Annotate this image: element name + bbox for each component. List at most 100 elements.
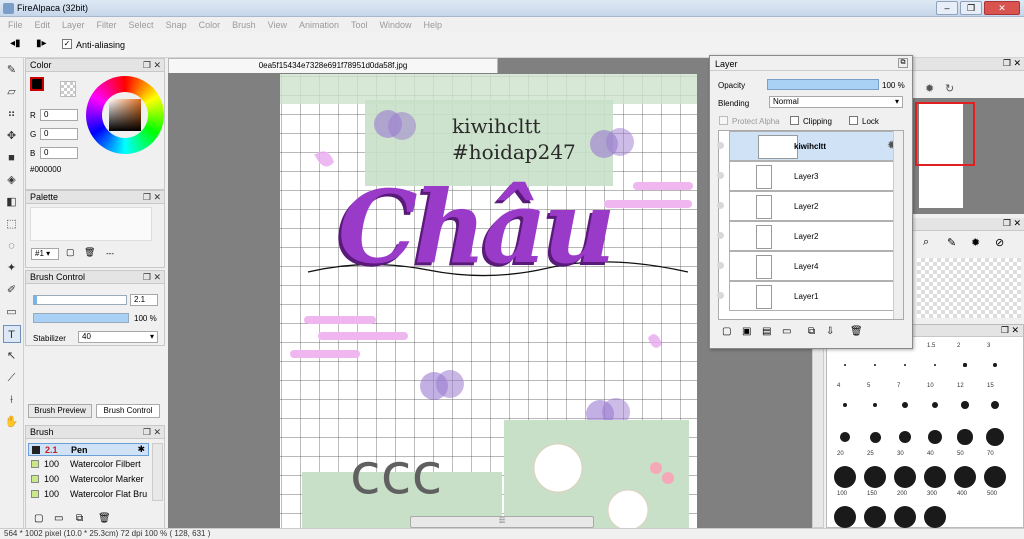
- layer-item-kiwihcltt[interactable]: kiwihcltt ✹: [717, 131, 901, 161]
- brush-settings-icon[interactable]: ✱: [137, 444, 145, 455]
- fill-tool-icon[interactable]: ■: [3, 149, 21, 167]
- select-pen-icon[interactable]: ✐: [3, 281, 21, 299]
- new-8bit-layer-icon[interactable]: ▣: [742, 326, 751, 337]
- menu-snap[interactable]: Snap: [166, 20, 187, 30]
- menu-file[interactable]: File: [8, 20, 23, 30]
- brush-size-dot[interactable]: [963, 363, 967, 367]
- visibility-icon[interactable]: [717, 292, 724, 299]
- protect-alpha-checkbox[interactable]: [719, 116, 728, 125]
- layer-item-layer1[interactable]: Layer1: [717, 281, 901, 311]
- brush-size-dot[interactable]: [834, 466, 856, 488]
- visibility-icon[interactable]: [717, 232, 724, 239]
- saturation-square[interactable]: [109, 99, 141, 131]
- navigator-preview[interactable]: [913, 98, 1024, 214]
- eraser-tool-icon[interactable]: ▱: [3, 83, 21, 101]
- menu-select[interactable]: Select: [129, 20, 154, 30]
- menu-brush[interactable]: Brush: [232, 20, 256, 30]
- brush-size-dot[interactable]: [924, 466, 946, 488]
- duplicate-layer-icon[interactable]: ⧉: [808, 326, 815, 337]
- panel-close-icon[interactable]: ❐ ✕: [143, 191, 161, 203]
- brush-size-dot[interactable]: [834, 506, 856, 528]
- visibility-icon[interactable]: [717, 262, 724, 269]
- menu-help[interactable]: Help: [424, 20, 443, 30]
- brush-size-dot[interactable]: [894, 506, 916, 528]
- brush-size-dot[interactable]: [903, 363, 907, 367]
- brush-size-dot[interactable]: [990, 400, 1000, 410]
- lasso-tool-icon[interactable]: ◌: [3, 237, 21, 255]
- bucket-tool-icon[interactable]: ◈: [3, 171, 21, 189]
- layer-panel-close-icon[interactable]: ⧉: [898, 58, 908, 68]
- close-button[interactable]: ✕: [984, 1, 1020, 15]
- brush-size-dot[interactable]: [961, 401, 969, 409]
- menu-animation[interactable]: Animation: [299, 20, 339, 30]
- brush-size-dot[interactable]: [902, 402, 908, 408]
- menu-window[interactable]: Window: [380, 20, 412, 30]
- next-frame-icon[interactable]: ▮▸: [36, 38, 47, 49]
- menu-layer[interactable]: Layer: [62, 20, 85, 30]
- minimize-button[interactable]: –: [936, 1, 958, 15]
- visibility-icon[interactable]: [717, 142, 724, 149]
- brush-size-field[interactable]: 2.1: [130, 294, 158, 306]
- brush-size-dot[interactable]: [869, 431, 881, 443]
- clipping-checkbox[interactable]: [790, 116, 799, 125]
- brush-size-dot[interactable]: [985, 427, 1005, 447]
- panel-close-icon[interactable]: ❐ ✕: [1003, 58, 1021, 69]
- brush-size-dot[interactable]: [872, 402, 878, 408]
- brush-list-scrollbar[interactable]: [152, 443, 163, 501]
- divide-tool-icon[interactable]: ⟋: [3, 369, 21, 387]
- brush-size-scrollbar[interactable]: [812, 324, 824, 528]
- panel-close-icon[interactable]: ❐ ✕: [1003, 218, 1021, 229]
- palette-selector[interactable]: #1 ▾: [31, 248, 59, 260]
- menu-view[interactable]: View: [268, 20, 287, 30]
- delete-layer-icon[interactable]: 🗑: [850, 326, 863, 337]
- tab-brush-control[interactable]: Brush Control: [96, 404, 160, 418]
- dot-tool-icon[interactable]: ⠶: [3, 105, 21, 123]
- magic-wand-icon[interactable]: ✦: [3, 259, 21, 277]
- brush-size-dot[interactable]: [864, 506, 886, 528]
- brush-size-dot[interactable]: [898, 430, 912, 444]
- brush-size-dot[interactable]: [957, 429, 973, 445]
- brush-size-dot[interactable]: [933, 363, 937, 367]
- r-field[interactable]: 0: [40, 109, 78, 121]
- settings-icon[interactable]: ✹: [971, 236, 980, 249]
- menu-filter[interactable]: Filter: [97, 20, 117, 30]
- blending-select[interactable]: Normal ▾: [769, 96, 903, 108]
- delete-palette-icon[interactable]: 🗑: [84, 247, 95, 258]
- brush-item-selected[interactable]: 2.1 Pen ✱: [28, 443, 149, 456]
- move-tool-icon[interactable]: ✥: [3, 127, 21, 145]
- zoom-icon[interactable]: ⌕: [923, 236, 929, 249]
- merge-layer-icon[interactable]: ⇩: [826, 326, 834, 337]
- layer-item-layer3[interactable]: Layer3: [717, 161, 901, 191]
- panel-close-icon[interactable]: ❐ ✕: [143, 426, 161, 438]
- color-wheel[interactable]: [86, 76, 164, 154]
- brush-size-dot[interactable]: [874, 364, 876, 366]
- anti-aliasing-checkbox[interactable]: ✓: [62, 39, 72, 49]
- brush-item[interactable]: 100 Watercolor Marker: [28, 473, 149, 486]
- maximize-button[interactable]: ❐: [960, 1, 982, 15]
- gradient-tool-icon[interactable]: ◧: [3, 193, 21, 211]
- rotate-left-icon[interactable]: ✹: [925, 82, 934, 95]
- prev-frame-icon[interactable]: ◂▮: [10, 38, 21, 49]
- layer-item-layer4[interactable]: Layer4: [717, 251, 901, 281]
- panel-close-icon[interactable]: ❐ ✕: [1001, 325, 1019, 336]
- reset-icon[interactable]: ⊘: [995, 236, 1004, 249]
- brush-size-dot[interactable]: [954, 466, 976, 488]
- palette-swatches-area[interactable]: [30, 207, 152, 241]
- brush-size-dot[interactable]: [864, 466, 886, 488]
- menu-edit[interactable]: Edit: [35, 20, 51, 30]
- brush-size-dot[interactable]: [928, 430, 942, 444]
- brush-item[interactable]: 100 Watercolor Filbert: [28, 458, 149, 471]
- add-brush-icon[interactable]: ▢: [34, 513, 43, 524]
- pen-tool-icon[interactable]: ✎: [3, 61, 21, 79]
- delete-brush-icon[interactable]: 🗑: [98, 513, 111, 524]
- navigator-viewport[interactable]: [915, 102, 975, 166]
- brush-size-dot[interactable]: [924, 506, 946, 528]
- layer-item-layer2[interactable]: Layer2: [717, 191, 901, 221]
- tab-brush-preview[interactable]: Brush Preview: [28, 404, 92, 418]
- menu-color[interactable]: Color: [199, 20, 221, 30]
- transparent-color-swatch[interactable]: [60, 81, 76, 97]
- menu-tool[interactable]: Tool: [351, 20, 368, 30]
- brush-opacity-slider[interactable]: [33, 313, 129, 323]
- brush-item[interactable]: 100 Watercolor Flat Bru: [28, 488, 149, 501]
- new-layer-icon[interactable]: ▢: [722, 326, 731, 337]
